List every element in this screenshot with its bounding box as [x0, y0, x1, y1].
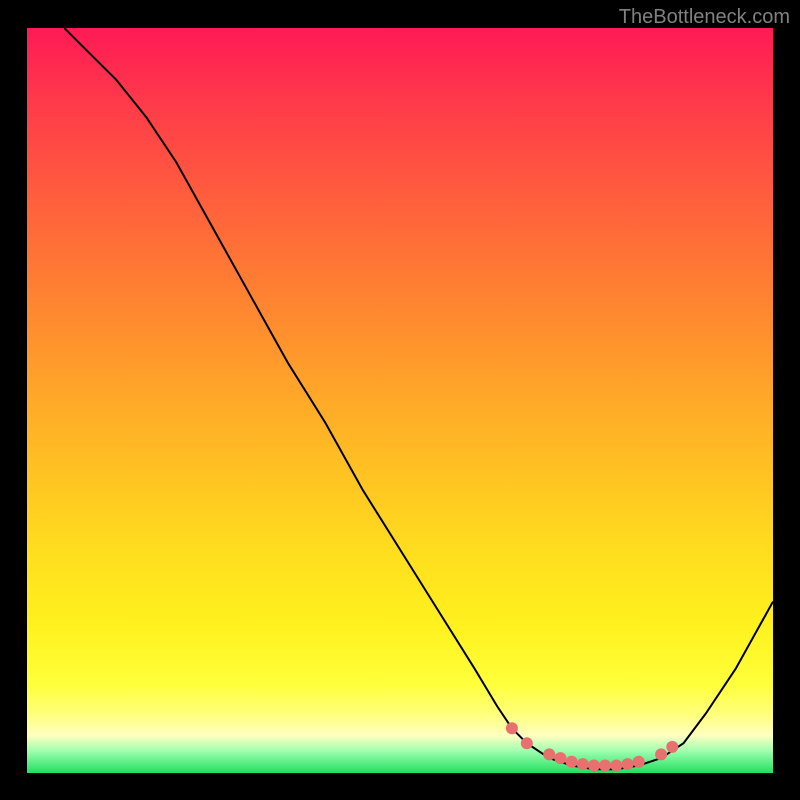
- curve-dot: [599, 760, 611, 772]
- curve-dot: [666, 741, 678, 753]
- curve-dot: [577, 758, 589, 770]
- curve-dot: [521, 737, 533, 749]
- curve-dot: [588, 760, 600, 772]
- curve-dot: [506, 722, 518, 734]
- curve-dot: [543, 748, 555, 760]
- curve-dot: [633, 756, 645, 768]
- curve-dot: [554, 752, 566, 764]
- chart-curve-svg: [27, 28, 773, 773]
- chart-area: [27, 28, 773, 773]
- curve-dot: [622, 758, 634, 770]
- curve-dot: [610, 760, 622, 772]
- curve-dot: [655, 748, 667, 760]
- bottleneck-curve: [64, 28, 773, 769]
- curve-dot: [566, 756, 578, 768]
- watermark-text: TheBottleneck.com: [619, 6, 790, 29]
